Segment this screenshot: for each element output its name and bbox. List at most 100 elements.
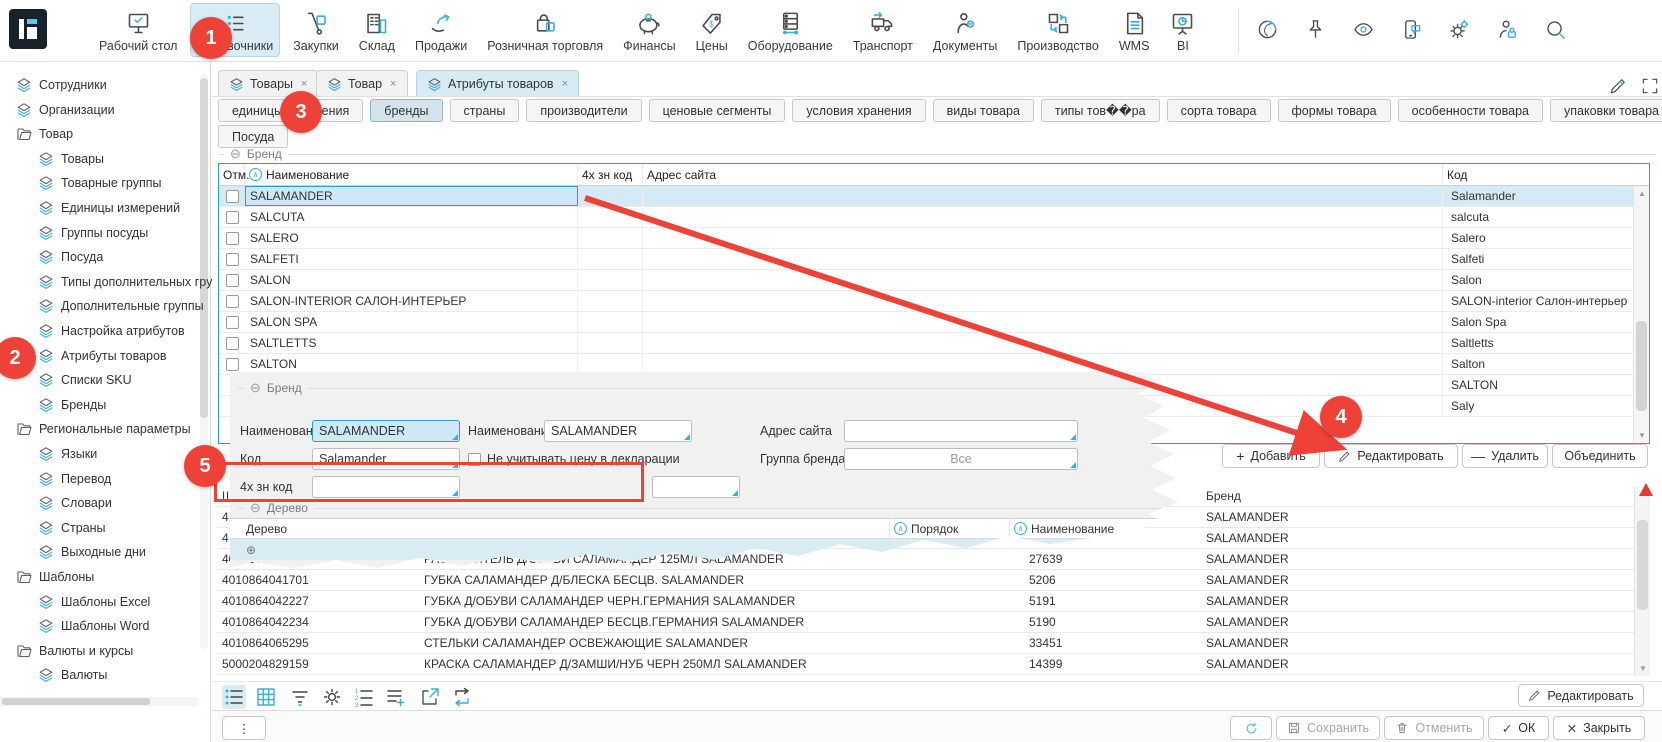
name2-input[interactable]: [544, 420, 692, 442]
device-message-icon[interactable]: [1400, 18, 1423, 41]
filter-icon[interactable]: [288, 685, 312, 709]
column-header-mark[interactable]: Отм.: [219, 164, 245, 185]
eye-icon[interactable]: [1352, 18, 1375, 41]
tree-column-header[interactable]: Дерево: [230, 519, 890, 538]
subtab-9[interactable]: сорта товара: [1167, 99, 1271, 122]
row-checkbox[interactable]: [226, 190, 239, 203]
brand-table-row[interactable]: SALFETISalfeti: [219, 249, 1649, 270]
sidebar-item[interactable]: Типы дополнительных груп: [38, 271, 219, 293]
sidebar-horizontal-scrollbar[interactable]: [0, 697, 198, 706]
row-checkbox[interactable]: [226, 295, 239, 308]
website-input[interactable]: [844, 420, 1078, 442]
ok-button[interactable]: ✓ ОК: [1488, 716, 1549, 740]
close-button[interactable]: ✕ Закрыть: [1553, 716, 1645, 740]
menu-item-bi[interactable]: BI: [1162, 3, 1203, 57]
menu-item-production[interactable]: Производство: [1010, 3, 1106, 57]
brand-table-row[interactable]: SALTLETTSSaltletts: [219, 333, 1649, 354]
collapse-icon[interactable]: ⊖: [250, 500, 261, 516]
subtab-5[interactable]: ценовые сегменты: [649, 99, 786, 122]
product-row[interactable]: 5000204829159КРАСКА САЛАМАНДЕР Д/ЗАМШИ/Н…: [218, 654, 1650, 675]
subtab-3[interactable]: страны: [450, 99, 520, 122]
sort-asc-icon[interactable]: ∧: [1014, 522, 1027, 535]
scroll-down-icon[interactable]: ▼: [1634, 431, 1650, 440]
add-row-icon[interactable]: [384, 685, 408, 709]
subtab-6[interactable]: условия хранения: [792, 99, 925, 122]
products-table-scrollbar[interactable]: ▼: [1634, 486, 1650, 676]
brand-table-scrollbar[interactable]: ▲ ▼: [1633, 186, 1649, 443]
sidebar-item[interactable]: Списки SKU: [38, 369, 132, 391]
row-checkbox[interactable]: [226, 316, 239, 329]
sidebar-item[interactable]: Шаблоны Word: [38, 615, 149, 637]
menu-item-documents[interactable]: Документы: [926, 3, 1004, 57]
brand-table-row[interactable]: SALCUTAsalcuta: [219, 207, 1649, 228]
subtab-4[interactable]: производители: [526, 99, 641, 122]
more-menu-button[interactable]: ⋮: [222, 716, 266, 740]
fullscreen-icon[interactable]: [1640, 76, 1660, 96]
scroll-down-icon[interactable]: ▼: [1635, 664, 1650, 673]
merge-button[interactable]: Объединить: [1552, 444, 1648, 468]
sidebar-item[interactable]: Страны: [38, 517, 106, 539]
numbered-list-icon[interactable]: 123: [352, 685, 376, 709]
menu-item-wms[interactable]: WMS: [1112, 3, 1157, 57]
close-icon[interactable]: ×: [390, 78, 396, 90]
sidebar-item[interactable]: Сотрудники: [16, 74, 107, 96]
sidebar-item[interactable]: Валюты и курсы: [16, 640, 133, 662]
brand-table-row[interactable]: SALON SPASalon Spa: [219, 312, 1649, 333]
product-row[interactable]: 4010864042234ГУБКА Д/ОБУВИ САЛАМАНДЕР БЕ…: [218, 612, 1650, 633]
sidebar-item[interactable]: Перевод: [38, 468, 111, 490]
product-row[interactable]: 4010864065295СТЕЛЬКИ САЛАМАНДЕР ОСВЕЖАЮЩ…: [218, 633, 1650, 654]
column-header-code[interactable]: Код: [1443, 164, 1649, 185]
column-header-website[interactable]: Адрес сайта: [643, 164, 1443, 185]
cancel-button[interactable]: Отменить: [1384, 716, 1484, 740]
sidebar-item[interactable]: Посуда: [38, 246, 103, 268]
edit-pencil-icon[interactable]: [1608, 76, 1628, 96]
menu-item-purchases[interactable]: Закупки: [286, 3, 346, 57]
sort-asc-icon[interactable]: ∧: [894, 522, 907, 535]
subtab-2[interactable]: бренды: [370, 99, 442, 122]
list-view-icon[interactable]: [222, 685, 246, 709]
search-icon[interactable]: [1544, 18, 1567, 41]
user-lock-icon[interactable]: [1496, 18, 1519, 41]
sidebar-item[interactable]: Шаблоны Excel: [38, 591, 150, 613]
gear-icon[interactable]: [320, 685, 344, 709]
product-row[interactable]: 4010864042227ГУБКА Д/ОБУВИ САЛАМАНДЕР ЧЕ…: [218, 591, 1650, 612]
row-checkbox[interactable]: [226, 358, 239, 371]
tab-2[interactable]: Товар×: [316, 70, 408, 97]
close-icon[interactable]: ×: [301, 78, 307, 90]
collapse-icon[interactable]: ⊖: [230, 146, 241, 162]
save-button[interactable]: Сохранить: [1276, 716, 1380, 740]
menu-item-retail[interactable]: Розничная торговля: [480, 3, 610, 57]
add-button[interactable]: + Добавить: [1222, 444, 1320, 468]
tab-3[interactable]: Атрибуты товаров×: [416, 70, 579, 97]
delete-button[interactable]: — Удалить: [1462, 444, 1548, 468]
sidebar-item[interactable]: Товарные группы: [38, 172, 161, 194]
code4-extra-input[interactable]: [652, 476, 740, 498]
sync-icon[interactable]: [450, 685, 474, 709]
subtab-10[interactable]: формы товара: [1278, 99, 1391, 122]
sidebar-item[interactable]: Атрибуты товаров: [38, 345, 167, 367]
name1-input[interactable]: [312, 420, 460, 442]
menu-item-equipment[interactable]: Оборудование: [741, 3, 840, 57]
expand-icon[interactable]: ⊕: [246, 543, 256, 557]
subtab-11[interactable]: особенности товара: [1398, 99, 1543, 122]
menu-item-transport[interactable]: Транспорт: [846, 3, 920, 57]
sidebar-item[interactable]: Шаблоны: [16, 566, 94, 588]
menu-item-prices[interactable]: $Цены: [689, 3, 735, 57]
scroll-up-icon[interactable]: ▲: [1634, 189, 1650, 198]
subtab-row2-1[interactable]: Посуда: [218, 125, 288, 148]
brand-group-input[interactable]: [844, 448, 1078, 470]
sidebar-item[interactable]: Организации: [16, 99, 115, 121]
row-checkbox[interactable]: [226, 232, 239, 245]
menu-item-sales[interactable]: Продажи: [408, 3, 474, 57]
products-header-brand[interactable]: Бренд: [1200, 489, 1650, 503]
row-checkbox[interactable]: [226, 253, 239, 266]
tree-expand-cell[interactable]: ⊕: [230, 543, 890, 557]
subtab-12[interactable]: упаковки товара: [1550, 99, 1662, 122]
pin-icon[interactable]: [1304, 18, 1327, 41]
sidebar-item[interactable]: Региональные параметры: [16, 418, 191, 440]
sidebar-item[interactable]: Единицы измерений: [38, 197, 180, 219]
brand-table-row[interactable]: SALAMANDERSalamander: [219, 186, 1649, 207]
row-checkbox[interactable]: [226, 211, 239, 224]
menu-item-finance[interactable]: Финансы: [616, 3, 682, 57]
sort-asc-icon[interactable]: ∧: [249, 168, 262, 181]
